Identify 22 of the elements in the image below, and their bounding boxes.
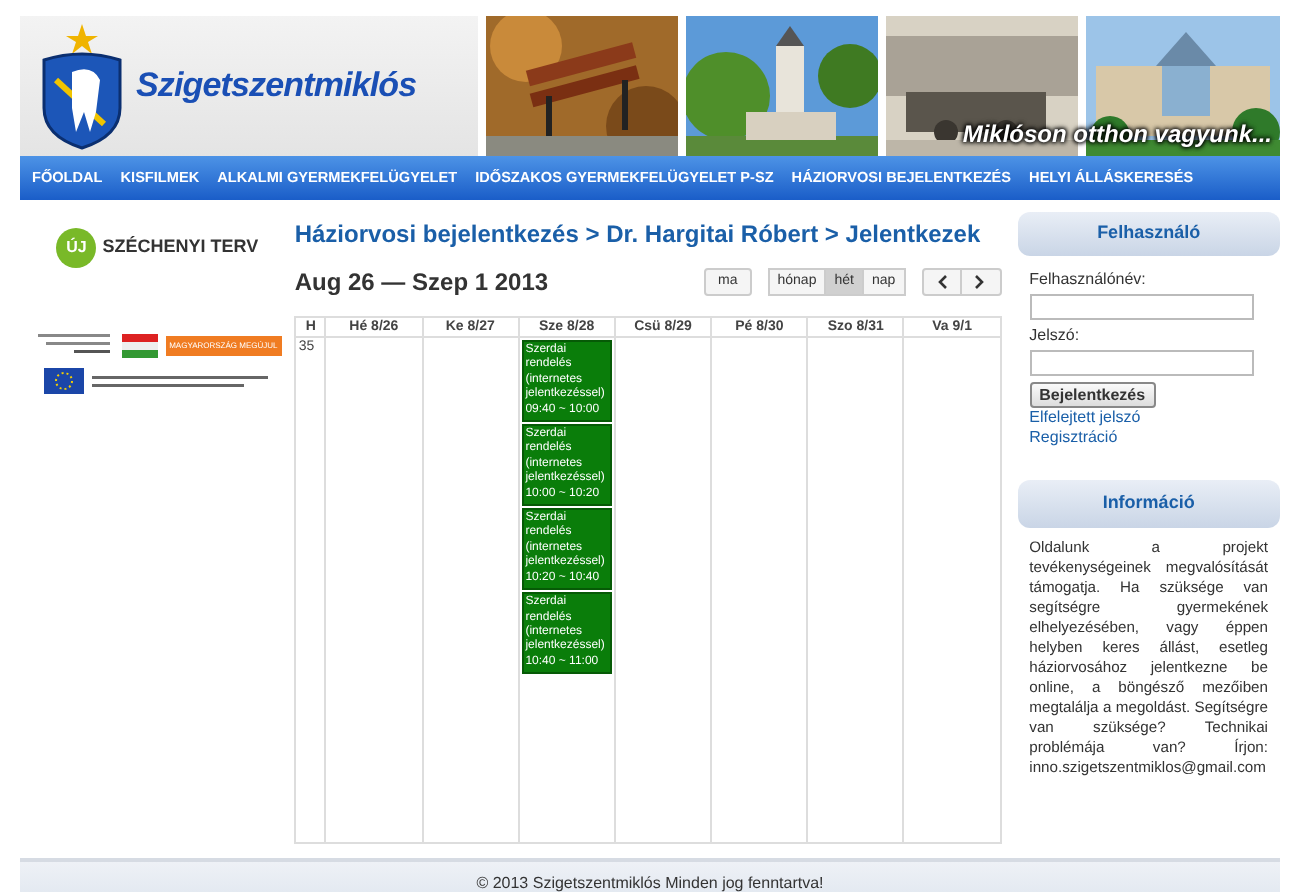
site-title: Szigetszentmiklós <box>136 64 417 109</box>
chevron-right-icon <box>974 274 987 290</box>
sidebar-link[interactable]: Elfelejtett jelszó <box>1029 408 1268 428</box>
chevron-left-icon <box>935 274 948 290</box>
date-range: Aug 26 — Szep 1 2013 <box>294 266 551 300</box>
login-button[interactable]: Bejelentkezés <box>1029 382 1156 408</box>
next-button[interactable] <box>961 268 1002 296</box>
panel-header: Információ <box>1017 480 1280 528</box>
flag-icon <box>121 334 158 358</box>
password-field[interactable] <box>1029 350 1254 376</box>
previous-button[interactable] <box>921 268 962 296</box>
szechenyi-logo-text: SZÉCHENYI TERV <box>102 234 259 261</box>
password-label: Jelszó: <box>1029 324 1082 348</box>
username-field[interactable] <box>1029 294 1254 320</box>
eu-flag-icon <box>43 368 84 394</box>
szechenyi-badge: ÚJ <box>56 228 97 268</box>
page-heading: Háziorvosi bejelentkezés > Dr. Hargitai Róbert > Jelentkezek <box>294 218 983 252</box>
footer: © 2013 Szigetszentmiklós Minden jog fenntartva! <box>20 858 1280 892</box>
site-logo-banner[interactable]: Szigetszentmiklós <box>20 16 478 156</box>
sidebar-link[interactable]: Regisztráció <box>1029 428 1268 448</box>
panel-header: Felhasználó <box>1017 212 1280 256</box>
username-label: Felhasználónév: <box>1029 268 1148 292</box>
